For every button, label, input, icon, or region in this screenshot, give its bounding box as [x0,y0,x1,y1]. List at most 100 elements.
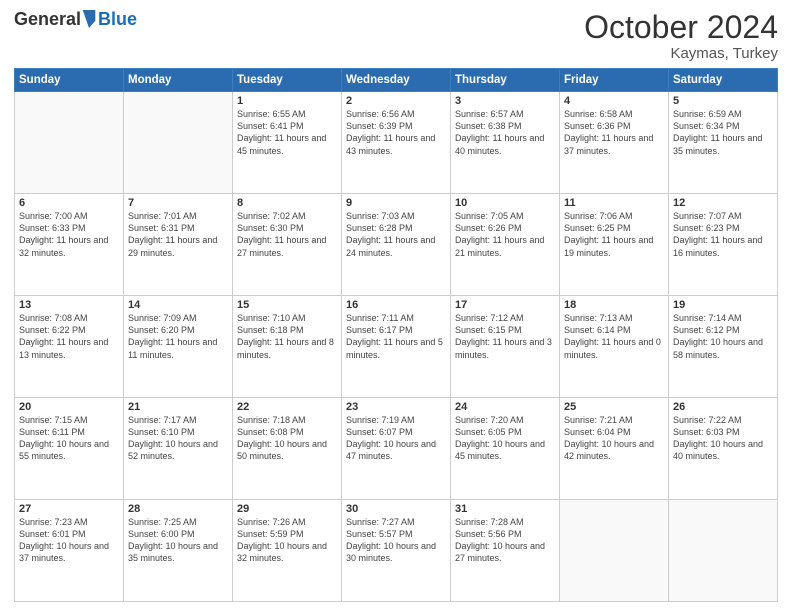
day-info: Sunrise: 7:06 AMSunset: 6:25 PMDaylight:… [564,210,664,259]
calendar-cell: 8Sunrise: 7:02 AMSunset: 6:30 PMDaylight… [233,194,342,296]
day-info: Sunrise: 7:10 AMSunset: 6:18 PMDaylight:… [237,312,337,361]
day-number: 7 [128,197,228,209]
title-month: October 2024 [584,10,778,45]
day-number: 19 [673,299,773,311]
day-info: Sunrise: 7:26 AMSunset: 5:59 PMDaylight:… [237,516,337,565]
day-number: 10 [455,197,555,209]
weekday-header: Friday [560,69,669,92]
day-info: Sunrise: 6:59 AMSunset: 6:34 PMDaylight:… [673,108,773,157]
day-number: 22 [237,401,337,413]
day-number: 28 [128,503,228,515]
day-info: Sunrise: 6:56 AMSunset: 6:39 PMDaylight:… [346,108,446,157]
weekday-header: Thursday [451,69,560,92]
calendar-cell: 11Sunrise: 7:06 AMSunset: 6:25 PMDayligh… [560,194,669,296]
day-number: 9 [346,197,446,209]
calendar-cell: 18Sunrise: 7:13 AMSunset: 6:14 PMDayligh… [560,296,669,398]
day-number: 26 [673,401,773,413]
day-info: Sunrise: 7:15 AMSunset: 6:11 PMDaylight:… [19,414,119,463]
weekday-header: Monday [124,69,233,92]
calendar-cell: 1Sunrise: 6:55 AMSunset: 6:41 PMDaylight… [233,92,342,194]
day-info: Sunrise: 7:00 AMSunset: 6:33 PMDaylight:… [19,210,119,259]
calendar-cell [15,92,124,194]
calendar-cell: 23Sunrise: 7:19 AMSunset: 6:07 PMDayligh… [342,398,451,500]
day-number: 3 [455,95,555,107]
day-info: Sunrise: 7:23 AMSunset: 6:01 PMDaylight:… [19,516,119,565]
calendar-cell: 28Sunrise: 7:25 AMSunset: 6:00 PMDayligh… [124,500,233,602]
logo-icon [82,10,96,28]
day-info: Sunrise: 7:27 AMSunset: 5:57 PMDaylight:… [346,516,446,565]
calendar-cell: 15Sunrise: 7:10 AMSunset: 6:18 PMDayligh… [233,296,342,398]
day-info: Sunrise: 7:05 AMSunset: 6:26 PMDaylight:… [455,210,555,259]
day-info: Sunrise: 7:13 AMSunset: 6:14 PMDaylight:… [564,312,664,361]
day-number: 24 [455,401,555,413]
calendar-week-row: 13Sunrise: 7:08 AMSunset: 6:22 PMDayligh… [15,296,778,398]
calendar-week-row: 1Sunrise: 6:55 AMSunset: 6:41 PMDaylight… [15,92,778,194]
title-section: October 2024 Kaymas, Turkey [584,10,778,62]
day-number: 12 [673,197,773,209]
day-number: 23 [346,401,446,413]
day-info: Sunrise: 7:22 AMSunset: 6:03 PMDaylight:… [673,414,773,463]
calendar-week-row: 6Sunrise: 7:00 AMSunset: 6:33 PMDaylight… [15,194,778,296]
day-number: 6 [19,197,119,209]
weekday-header: Saturday [669,69,778,92]
day-info: Sunrise: 7:07 AMSunset: 6:23 PMDaylight:… [673,210,773,259]
logo: General Blue [14,10,137,28]
weekday-header: Tuesday [233,69,342,92]
day-info: Sunrise: 7:20 AMSunset: 6:05 PMDaylight:… [455,414,555,463]
calendar-cell: 16Sunrise: 7:11 AMSunset: 6:17 PMDayligh… [342,296,451,398]
calendar-cell: 26Sunrise: 7:22 AMSunset: 6:03 PMDayligh… [669,398,778,500]
calendar-cell: 22Sunrise: 7:18 AMSunset: 6:08 PMDayligh… [233,398,342,500]
calendar-cell: 31Sunrise: 7:28 AMSunset: 5:56 PMDayligh… [451,500,560,602]
day-info: Sunrise: 7:21 AMSunset: 6:04 PMDaylight:… [564,414,664,463]
day-number: 31 [455,503,555,515]
calendar-cell: 4Sunrise: 6:58 AMSunset: 6:36 PMDaylight… [560,92,669,194]
calendar-cell: 7Sunrise: 7:01 AMSunset: 6:31 PMDaylight… [124,194,233,296]
calendar-cell: 21Sunrise: 7:17 AMSunset: 6:10 PMDayligh… [124,398,233,500]
header: General Blue October 2024 Kaymas, Turkey [14,10,778,62]
calendar-cell: 3Sunrise: 6:57 AMSunset: 6:38 PMDaylight… [451,92,560,194]
day-number: 29 [237,503,337,515]
day-info: Sunrise: 7:19 AMSunset: 6:07 PMDaylight:… [346,414,446,463]
calendar-cell: 9Sunrise: 7:03 AMSunset: 6:28 PMDaylight… [342,194,451,296]
day-number: 16 [346,299,446,311]
day-number: 18 [564,299,664,311]
calendar-cell: 13Sunrise: 7:08 AMSunset: 6:22 PMDayligh… [15,296,124,398]
day-number: 14 [128,299,228,311]
calendar-cell: 14Sunrise: 7:09 AMSunset: 6:20 PMDayligh… [124,296,233,398]
day-number: 4 [564,95,664,107]
day-info: Sunrise: 7:17 AMSunset: 6:10 PMDaylight:… [128,414,228,463]
weekday-header: Wednesday [342,69,451,92]
day-number: 1 [237,95,337,107]
calendar-cell: 2Sunrise: 6:56 AMSunset: 6:39 PMDaylight… [342,92,451,194]
day-number: 21 [128,401,228,413]
day-info: Sunrise: 7:12 AMSunset: 6:15 PMDaylight:… [455,312,555,361]
calendar-cell: 17Sunrise: 7:12 AMSunset: 6:15 PMDayligh… [451,296,560,398]
day-number: 15 [237,299,337,311]
day-info: Sunrise: 7:09 AMSunset: 6:20 PMDaylight:… [128,312,228,361]
day-number: 20 [19,401,119,413]
day-number: 8 [237,197,337,209]
calendar: SundayMondayTuesdayWednesdayThursdayFrid… [14,68,778,602]
calendar-cell [124,92,233,194]
calendar-cell: 29Sunrise: 7:26 AMSunset: 5:59 PMDayligh… [233,500,342,602]
day-number: 11 [564,197,664,209]
page: General Blue October 2024 Kaymas, Turkey… [0,0,792,612]
day-info: Sunrise: 6:58 AMSunset: 6:36 PMDaylight:… [564,108,664,157]
calendar-cell: 30Sunrise: 7:27 AMSunset: 5:57 PMDayligh… [342,500,451,602]
day-info: Sunrise: 7:11 AMSunset: 6:17 PMDaylight:… [346,312,446,361]
calendar-cell: 20Sunrise: 7:15 AMSunset: 6:11 PMDayligh… [15,398,124,500]
weekday-header: Sunday [15,69,124,92]
day-info: Sunrise: 7:18 AMSunset: 6:08 PMDaylight:… [237,414,337,463]
title-location: Kaymas, Turkey [584,45,778,62]
day-number: 13 [19,299,119,311]
day-info: Sunrise: 7:01 AMSunset: 6:31 PMDaylight:… [128,210,228,259]
logo-general-text: General [14,10,81,28]
day-number: 27 [19,503,119,515]
day-info: Sunrise: 7:08 AMSunset: 6:22 PMDaylight:… [19,312,119,361]
calendar-cell: 10Sunrise: 7:05 AMSunset: 6:26 PMDayligh… [451,194,560,296]
day-number: 17 [455,299,555,311]
day-info: Sunrise: 7:25 AMSunset: 6:00 PMDaylight:… [128,516,228,565]
calendar-cell: 12Sunrise: 7:07 AMSunset: 6:23 PMDayligh… [669,194,778,296]
day-info: Sunrise: 7:03 AMSunset: 6:28 PMDaylight:… [346,210,446,259]
day-number: 25 [564,401,664,413]
